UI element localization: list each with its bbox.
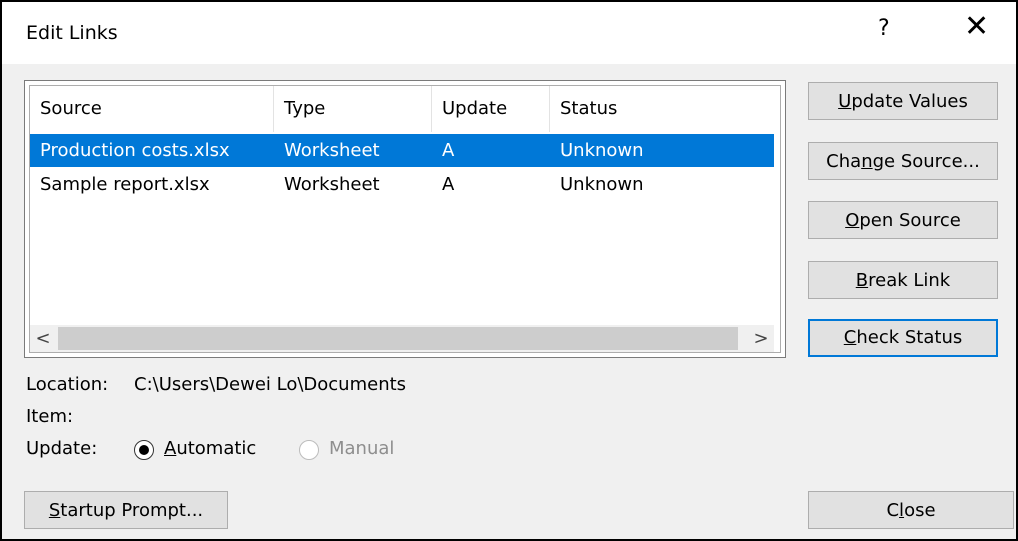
close-label-pre: C xyxy=(886,500,900,521)
automatic-radio[interactable] xyxy=(134,440,154,460)
column-header-status[interactable]: Status xyxy=(550,86,774,132)
scrollbar-thumb[interactable] xyxy=(58,327,738,350)
check-status-label-post: heck Status xyxy=(856,327,963,348)
break-link-accel: B xyxy=(855,270,869,291)
close-icon[interactable]: ✕ xyxy=(964,12,989,42)
close-label-post: ose xyxy=(904,500,936,521)
update-values-accel: U xyxy=(838,91,852,112)
update-values-button[interactable]: Update Values xyxy=(808,82,998,120)
column-header-update[interactable]: Update xyxy=(432,86,550,132)
table-row[interactable]: Sample report.xlsx Worksheet A Unknown xyxy=(30,168,774,201)
manual-radio-label[interactable]: Manual xyxy=(329,438,394,459)
automatic-label-text: utomatic xyxy=(176,438,257,459)
check-status-button[interactable]: Check Status xyxy=(808,319,998,357)
column-header-source[interactable]: Source xyxy=(30,86,274,132)
help-icon[interactable]: ? xyxy=(878,16,890,41)
update-values-label-post: pdate Values xyxy=(851,91,968,112)
manual-radio[interactable] xyxy=(299,440,319,460)
startup-prompt-accel: S xyxy=(48,500,61,521)
change-source-button[interactable]: Change Source... xyxy=(808,142,998,180)
location-label: Location: xyxy=(26,374,109,395)
startup-prompt-label-post: tartup Prompt... xyxy=(60,500,204,521)
change-source-label-pre: Cha xyxy=(826,151,862,172)
startup-prompt-button[interactable]: Startup Prompt... xyxy=(24,491,228,529)
close-button[interactable]: Close xyxy=(808,491,1014,529)
automatic-radio-label[interactable]: Automatic xyxy=(164,438,256,459)
links-list-inner: Source Type Update Status Production cos… xyxy=(29,85,781,353)
row-update: A xyxy=(442,140,455,161)
change-source-accel: n xyxy=(861,151,873,172)
dialog-title: Edit Links xyxy=(26,22,118,44)
table-row[interactable]: Production costs.xlsx Worksheet A Unknow… xyxy=(30,134,774,167)
open-source-button[interactable]: Open Source xyxy=(808,201,998,239)
edit-links-dialog: Edit Links ? ✕ Source Type Update Status… xyxy=(0,0,1018,541)
item-label: Item: xyxy=(26,406,74,427)
list-header: Source Type Update Status xyxy=(30,86,774,132)
title-bar: Edit Links ? ✕ xyxy=(2,2,1016,64)
row-source: Production costs.xlsx xyxy=(40,140,230,161)
scroll-left-icon[interactable]: < xyxy=(30,325,56,352)
row-type: Worksheet xyxy=(284,174,380,195)
open-source-accel: O xyxy=(845,210,860,231)
horizontal-scrollbar[interactable]: < > xyxy=(30,325,774,352)
change-source-label-post: ge Source... xyxy=(872,151,980,172)
break-link-label-post: reak Link xyxy=(868,270,951,291)
column-header-type[interactable]: Type xyxy=(274,86,432,132)
location-value: C:\Users\Dewei Lo\Documents xyxy=(134,374,407,395)
scroll-right-icon[interactable]: > xyxy=(748,325,774,352)
row-type: Worksheet xyxy=(284,140,380,161)
open-source-label-post: pen Source xyxy=(859,210,961,231)
row-status: Unknown xyxy=(560,174,644,195)
break-link-button[interactable]: Break Link xyxy=(808,261,998,299)
links-list[interactable]: Source Type Update Status Production cos… xyxy=(24,80,786,358)
check-status-accel: C xyxy=(843,327,857,348)
update-mode-label: Update: xyxy=(26,438,98,459)
row-source: Sample report.xlsx xyxy=(40,174,210,195)
row-update: A xyxy=(442,174,455,195)
automatic-accel: A xyxy=(164,438,177,459)
row-status: Unknown xyxy=(560,140,644,161)
